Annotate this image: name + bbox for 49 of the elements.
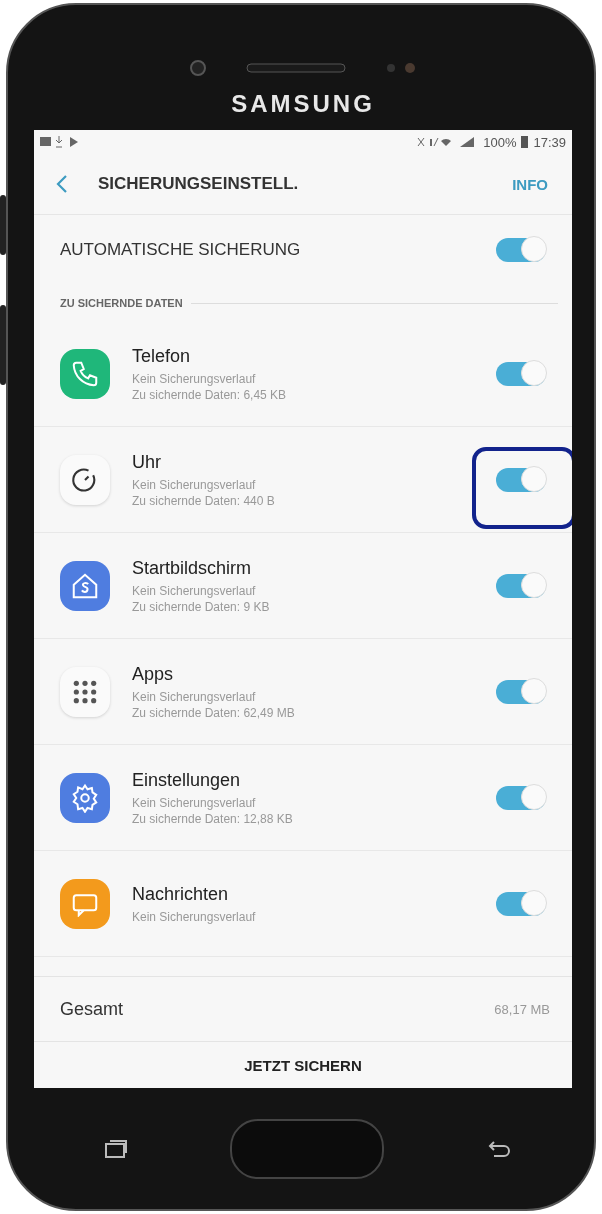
- toggle-switch[interactable]: [496, 361, 546, 386]
- item-subtitle: Zu sichernde Daten: 6,45 KB: [132, 387, 288, 402]
- speaker-grille-icon: [246, 63, 346, 73]
- phone-icon: [60, 348, 110, 399]
- page-title: SICHERUNGSEINSTELL.: [98, 174, 300, 194]
- section-header: ZU SICHERNDE DATEN: [60, 297, 183, 309]
- gear-icon: [60, 772, 110, 823]
- item-subtitle: Zu sichernde Daten: 440 B: [132, 493, 276, 508]
- camera-icon: [190, 60, 206, 76]
- sensor-icon: [386, 61, 416, 75]
- battery-icon: [521, 136, 529, 148]
- item-subtitle: Zu sichernde Daten: 9 KB: [132, 599, 271, 614]
- item-title: Nachrichten: [132, 883, 230, 905]
- toggle-switch[interactable]: [496, 785, 546, 810]
- home-button[interactable]: [230, 1118, 384, 1179]
- toggle-switch[interactable]: [496, 238, 546, 262]
- item-title: Telefon: [132, 345, 192, 367]
- item-subtitle: Kein Sicherungsverlauf: [132, 477, 257, 492]
- toggle-switch[interactable]: [496, 679, 546, 704]
- clock-icon: [60, 454, 110, 505]
- back-icon[interactable]: [56, 174, 68, 194]
- item-subtitle: Kein Sicherungsverlauf: [132, 689, 257, 704]
- setting-label: AUTOMATISCHE SICHERUNG: [60, 240, 301, 260]
- item-title: Einstellungen: [132, 769, 242, 791]
- brand-logo: SAMSUNG: [231, 90, 375, 118]
- item-subtitle: Kein Sicherungsverlauf: [132, 583, 257, 598]
- total-value: 68,17 MB: [494, 1001, 550, 1017]
- total-label: Gesamt: [60, 998, 124, 1020]
- item-subtitle: Kein Sicherungsverlauf: [132, 371, 257, 386]
- home-icon: [60, 560, 110, 611]
- side-button[interactable]: [0, 305, 6, 385]
- grid-icon: [60, 666, 110, 717]
- back-key-icon[interactable]: [486, 1138, 512, 1159]
- item-subtitle: Kein Sicherungsverlauf: [132, 909, 257, 924]
- item-subtitle: Kein Sicherungsverlauf: [132, 795, 257, 810]
- toggle-switch[interactable]: [496, 891, 546, 916]
- item-subtitle: Zu sichernde Daten: 12,88 KB: [132, 811, 294, 826]
- recent-apps-icon[interactable]: [104, 1138, 128, 1159]
- backup-now-button[interactable]: JETZT SICHERN: [228, 1048, 378, 1082]
- battery-percentage: 100%: [483, 134, 517, 150]
- message-icon: [60, 878, 110, 929]
- item-subtitle: Zu sichernde Daten: 62,49 MB: [132, 705, 296, 720]
- toggle-switch[interactable]: [496, 573, 546, 598]
- item-title: Uhr: [132, 451, 162, 473]
- item-title: Apps: [132, 663, 175, 685]
- toggle-switch[interactable]: [496, 467, 546, 492]
- side-button[interactable]: [0, 195, 6, 255]
- clock-time: 17:39: [533, 134, 566, 150]
- item-title: Startbildschirm: [132, 557, 253, 579]
